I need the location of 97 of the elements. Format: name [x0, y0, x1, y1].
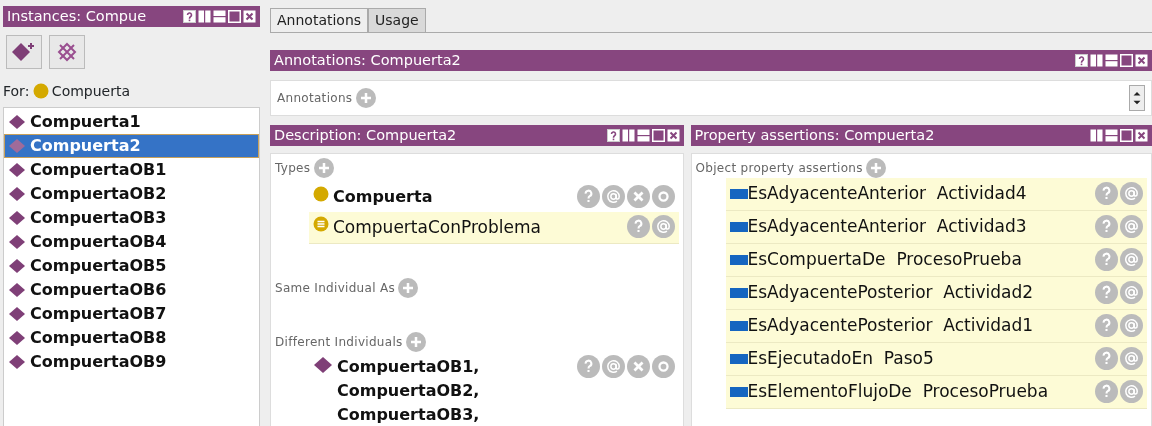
- split-vertical-icon[interactable]: [198, 10, 211, 23]
- tab[interactable]: Usage: [368, 8, 426, 32]
- add-individual-button[interactable]: [6, 35, 43, 69]
- maximize-icon[interactable]: [228, 10, 241, 23]
- individual-list: CompuertaOB1, CompuertaOB2, CompuertaOB3,: [337, 355, 487, 426]
- property-icon: [729, 254, 748, 265]
- property-icon: [729, 386, 748, 397]
- defined-class-icon: [313, 215, 329, 232]
- add-icon[interactable]: [355, 88, 376, 108]
- assertion-text: EsAdyacenteAnterior Actividad3: [747, 214, 1027, 238]
- annotate-icon[interactable]: [602, 184, 625, 208]
- assertion-text: EsAdyacentePosterior Actividad2: [747, 280, 1033, 304]
- split-horizontal-icon[interactable]: [1105, 54, 1118, 67]
- close-icon[interactable]: [243, 10, 256, 23]
- edit-icon[interactable]: [652, 355, 675, 378]
- property-icon: [729, 221, 748, 232]
- list-item[interactable]: CompuertaOB3: [4, 206, 259, 230]
- list-item[interactable]: Compuerta1: [4, 110, 259, 134]
- diamond-icon: [8, 354, 26, 370]
- property-icon: [729, 320, 748, 331]
- diamond-icon: [8, 234, 26, 250]
- edit-icon[interactable]: [652, 184, 675, 208]
- assertion-text: EsElementoFlujoDe ProcesoPrueba: [747, 379, 1049, 403]
- delete-icon[interactable]: [627, 355, 650, 378]
- class-name: CompuertaConProblema: [333, 215, 541, 239]
- list-item[interactable]: CompuertaOB9: [4, 350, 259, 374]
- diamond-icon: [8, 114, 26, 130]
- tab[interactable]: Annotations: [270, 8, 369, 32]
- class-icon: [32, 83, 49, 99]
- help-icon[interactable]: [183, 10, 196, 23]
- help-icon[interactable]: [607, 129, 620, 142]
- annotate-icon[interactable]: [1120, 347, 1143, 370]
- for-label: For:: [3, 81, 30, 101]
- diamond-icon: [8, 282, 26, 298]
- split-horizontal-icon[interactable]: [1105, 129, 1118, 142]
- add-icon[interactable]: [405, 332, 426, 352]
- split-horizontal-icon[interactable]: [637, 129, 650, 142]
- maximize-icon[interactable]: [1120, 129, 1133, 142]
- class-name: Compuerta: [333, 185, 433, 208]
- annotate-icon[interactable]: [1120, 281, 1143, 304]
- delete-individual-button[interactable]: [48, 35, 85, 69]
- annotate-icon[interactable]: [1120, 215, 1143, 238]
- list-item[interactable]: CompuertaOB5: [4, 254, 259, 278]
- list-item[interactable]: CompuertaOB8: [4, 326, 259, 350]
- list-item[interactable]: Compuerta2: [4, 134, 259, 158]
- property-icon: [729, 353, 748, 364]
- diamond-icon: [8, 210, 26, 226]
- list-item[interactable]: CompuertaOB2: [4, 182, 259, 206]
- annotate-icon[interactable]: [1120, 380, 1143, 403]
- close-icon[interactable]: [1135, 129, 1148, 142]
- section-label: Same Individual As: [275, 280, 395, 297]
- panel-title: Instances: Compue: [7, 6, 147, 26]
- assertion-text: EsCompuertaDe ProcesoPrueba: [747, 247, 1022, 271]
- list-item[interactable]: CompuertaOB7: [4, 302, 259, 326]
- add-icon[interactable]: [398, 278, 419, 298]
- add-icon[interactable]: [866, 157, 887, 178]
- split-vertical-icon[interactable]: [1090, 54, 1103, 67]
- class-name: Compuerta: [51, 81, 131, 101]
- section-label: Different Individuals: [275, 334, 403, 351]
- assertion-text: EsEjecutadoEn Paso5: [747, 346, 934, 370]
- diamond-icon: [8, 306, 26, 322]
- split-vertical-icon[interactable]: [622, 129, 635, 142]
- panel-title: Annotations: Compuerta2: [274, 50, 461, 70]
- annotate-icon[interactable]: [602, 355, 625, 378]
- list-item[interactable]: CompuertaOB1: [4, 158, 259, 182]
- diamond-icon: [313, 356, 333, 374]
- section-label: Object property assertions: [695, 159, 863, 177]
- split-vertical-icon[interactable]: [1090, 129, 1103, 142]
- diamond-icon: [8, 138, 26, 154]
- split-horizontal-icon[interactable]: [213, 10, 226, 23]
- annotate-icon[interactable]: [1120, 182, 1143, 205]
- panel-title: Description: Compuerta2: [274, 125, 457, 145]
- section-label: Types: [275, 159, 311, 177]
- list-item[interactable]: CompuertaOB6: [4, 278, 259, 302]
- class-icon: [313, 185, 329, 202]
- diamond-icon: [8, 162, 26, 178]
- delete-icon[interactable]: [627, 184, 650, 208]
- add-icon[interactable]: [313, 157, 334, 178]
- section-label: Annotations: [277, 90, 353, 107]
- help-icon[interactable]: [1075, 54, 1088, 67]
- maximize-icon[interactable]: [1120, 54, 1133, 67]
- spinner-icon[interactable]: [1129, 85, 1145, 111]
- property-icon: [729, 287, 748, 298]
- panel-title: Property assertions: Compuerta2: [694, 125, 935, 145]
- assertion-text: EsAdyacenteAnterior Actividad4: [747, 181, 1027, 205]
- close-icon[interactable]: [667, 129, 680, 142]
- diamond-icon: [8, 186, 26, 202]
- close-icon[interactable]: [1135, 54, 1148, 67]
- diamond-icon: [8, 258, 26, 274]
- diamond-icon: [8, 330, 26, 346]
- list-item[interactable]: CompuertaOB4: [4, 230, 259, 254]
- annotate-icon[interactable]: [652, 214, 675, 238]
- property-icon: [729, 188, 748, 199]
- annotate-icon[interactable]: [1120, 248, 1143, 271]
- annotate-icon[interactable]: [1120, 314, 1143, 337]
- maximize-icon[interactable]: [652, 129, 665, 142]
- assertion-text: EsAdyacentePosterior Actividad1: [747, 313, 1033, 337]
